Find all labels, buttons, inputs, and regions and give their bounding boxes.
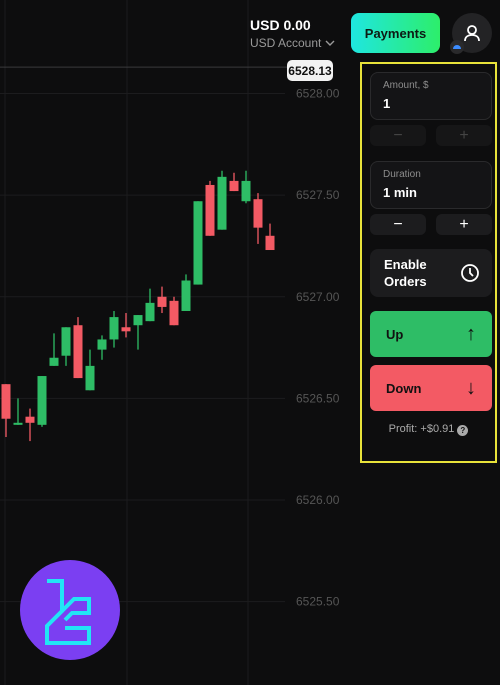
candle-body	[265, 235, 275, 251]
user-icon	[464, 25, 480, 42]
candle-body	[13, 422, 23, 425]
duration-increase-button[interactable]: +	[436, 214, 492, 235]
candle-body	[73, 325, 83, 379]
clock-icon	[461, 264, 479, 282]
duration-value[interactable]: 1 min	[383, 185, 479, 200]
amount-label: Amount, $	[383, 80, 429, 91]
y-tick-label: 6526.50	[296, 391, 340, 405]
y-tick-label: 6527.00	[296, 290, 340, 304]
duration-decrease-button[interactable]: −	[370, 214, 426, 235]
candle-body	[217, 176, 227, 230]
candle-body	[121, 327, 131, 332]
y-tick-label: 6528.00	[296, 87, 340, 101]
down-label: Down	[386, 380, 422, 396]
candle-body	[97, 339, 107, 350]
trade-panel: Amount, $ 1 − + Duration 1 min − + Enabl…	[360, 62, 497, 463]
help-icon[interactable]: ?	[457, 425, 469, 436]
profit-text: Profit: +$0.91?	[362, 423, 495, 436]
profit-value: Profit: +$0.91	[388, 423, 455, 435]
current-price-label: 6528.13	[287, 60, 333, 81]
candle-body	[61, 327, 71, 356]
candle-body	[37, 376, 47, 425]
candle-body	[241, 180, 251, 202]
candle-body	[1, 384, 11, 419]
candle-body	[85, 365, 95, 391]
candle-body	[181, 280, 191, 311]
candle-body	[229, 180, 239, 192]
amount-increase-button[interactable]: +	[436, 125, 492, 146]
logo	[20, 560, 120, 660]
chevron-down-icon	[325, 40, 335, 46]
amount-decrease-button[interactable]: −	[370, 125, 426, 146]
candle-body	[25, 416, 35, 423]
candle-body	[157, 296, 167, 307]
balance: USD 0.00	[250, 17, 311, 33]
candle-body	[169, 300, 179, 326]
arrow-up-icon: ↑	[466, 322, 476, 345]
y-tick-label: 6526.00	[296, 493, 340, 507]
candle-body	[133, 315, 143, 326]
account-selector[interactable]: USD 0.00 USD Account	[250, 17, 335, 50]
arrow-down-icon: ↓	[466, 376, 476, 399]
duration-field[interactable]: Duration 1 min	[370, 161, 492, 209]
status-badge	[450, 40, 464, 54]
account-name: USD Account	[250, 36, 322, 50]
candle-body	[49, 357, 59, 366]
y-tick-label: 6527.50	[296, 188, 340, 202]
up-button[interactable]: Up ↑	[370, 311, 492, 357]
candle-body	[145, 302, 155, 322]
candle-body	[193, 201, 203, 285]
y-tick-label: 6525.50	[296, 595, 340, 609]
candle-body	[205, 184, 215, 236]
payments-button[interactable]: Payments	[351, 13, 440, 53]
account-dropdown[interactable]: USD Account	[250, 36, 335, 50]
enable-orders-button[interactable]: Enable Orders	[370, 249, 492, 297]
duration-label: Duration	[383, 169, 421, 180]
candle-body	[109, 317, 119, 340]
amount-field[interactable]: Amount, $ 1	[370, 72, 492, 120]
amount-value[interactable]: 1	[383, 96, 479, 111]
candle-body	[253, 199, 263, 228]
up-label: Up	[386, 326, 404, 342]
down-button[interactable]: Down ↓	[370, 365, 492, 411]
